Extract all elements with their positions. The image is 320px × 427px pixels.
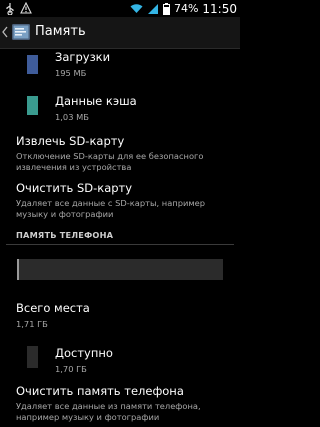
warning-icon	[20, 2, 32, 14]
storage-used-fill	[17, 259, 20, 280]
erase-phone-summary: Удаляет все данные из памяти телефона, н…	[16, 401, 201, 422]
cache-item[interactable]: Данные кэша 1,03 МБ	[55, 94, 240, 123]
erase-phone-storage-item[interactable]: Очистить память телефона Удаляет все дан…	[16, 384, 232, 422]
downloads-item[interactable]: Загрузки 195 МБ	[55, 50, 240, 79]
erase-sd-summary-row: Удаляет все данные с SD-карты, например …	[16, 198, 232, 219]
downloads-value: 195 МБ	[55, 68, 87, 78]
signal-icon	[147, 3, 158, 14]
phone-storage-section-header: ПАМЯТЬ ТЕЛЕФОНА	[16, 230, 114, 240]
available-value: 1,70 ГБ	[55, 364, 87, 374]
unmount-sd-title: Извлечь SD-карту	[16, 134, 125, 148]
screen: 74% 11:50 Память Загрузки 195 МБ Данные …	[0, 0, 240, 427]
usb-icon	[6, 3, 14, 15]
battery-percent: 74%	[173, 2, 199, 15]
erase-phone-title: Очистить память телефона	[16, 384, 184, 398]
cache-label: Данные кэша	[55, 94, 137, 108]
status-bar: 74% 11:50	[0, 0, 240, 17]
action-bar[interactable]: Память	[0, 17, 240, 49]
available-label: Доступно	[55, 346, 113, 360]
cache-color-swatch	[27, 96, 38, 115]
storage-usage-bar	[17, 259, 223, 280]
settings-app-icon	[12, 24, 30, 40]
erase-sd-title: Очистить SD-карту	[16, 181, 133, 195]
page-title: Память	[35, 24, 86, 39]
wifi-icon	[130, 4, 143, 13]
total-space-label: Всего места	[16, 301, 90, 315]
unmount-sd-summary: Отключение SD-карты для ее безопасного и…	[16, 151, 204, 172]
downloads-color-swatch	[27, 55, 38, 74]
unmount-sd-card-item[interactable]: Извлечь SD-карту Отключение SD-карты для…	[16, 134, 232, 172]
section-divider	[6, 244, 234, 245]
erase-sd-summary: Удаляет все данные с SD-карты, например …	[16, 198, 205, 219]
back-chevron-icon[interactable]	[2, 26, 8, 38]
total-space-value: 1,71 ГБ	[16, 319, 48, 329]
clock: 11:50	[202, 1, 237, 16]
available-item[interactable]: Доступно 1,70 ГБ	[55, 346, 240, 375]
downloads-label: Загрузки	[55, 50, 111, 64]
available-color-swatch	[27, 346, 38, 368]
cache-value: 1,03 МБ	[55, 112, 89, 122]
battery-icon	[162, 2, 170, 15]
total-space-item[interactable]: Всего места 1,71 ГБ	[16, 301, 232, 330]
